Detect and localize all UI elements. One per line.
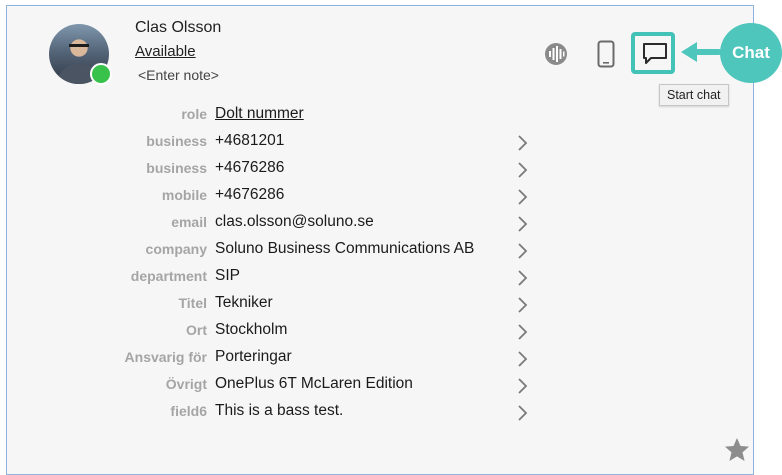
- chevron-right-icon[interactable]: [516, 323, 530, 341]
- detail-row-ort: Ort Stockholm: [7, 318, 755, 344]
- detail-value: SIP: [215, 267, 240, 284]
- chevron-right-icon[interactable]: [516, 242, 530, 260]
- mobile-phone-icon[interactable]: [597, 40, 615, 68]
- presence-status-link[interactable]: Available: [135, 43, 196, 60]
- detail-label: mobile: [161, 187, 207, 203]
- chevron-right-icon[interactable]: [516, 134, 530, 152]
- detail-label: role: [181, 106, 207, 122]
- detail-row-business-2: business +4676286: [7, 156, 755, 182]
- presence-indicator: [90, 63, 112, 85]
- detail-label: field6: [170, 403, 207, 419]
- chevron-right-icon[interactable]: [516, 350, 530, 368]
- detail-label: department: [130, 268, 207, 284]
- chevron-right-icon[interactable]: [516, 404, 530, 422]
- chevron-right-icon[interactable]: [516, 215, 530, 233]
- detail-row-mobile: mobile +4676286: [7, 183, 755, 209]
- detail-row-ansvarig: Ansvarig för Porteringar: [7, 345, 755, 371]
- chat-bubble-icon: [643, 43, 667, 64]
- chat-callout-badge: Chat: [720, 23, 782, 83]
- favorite-star-icon[interactable]: [723, 436, 751, 464]
- detail-label: Ansvarig för: [124, 349, 207, 365]
- chevron-right-icon[interactable]: [516, 296, 530, 314]
- detail-row-department: department SIP: [7, 264, 755, 290]
- start-chat-button[interactable]: [631, 32, 675, 74]
- detail-value: Stockholm: [215, 321, 288, 338]
- detail-value: Soluno Business Communications AB: [215, 240, 475, 257]
- detail-value: +4681201: [215, 132, 285, 149]
- detail-row-email: email clas.olsson@soluno.se: [7, 210, 755, 236]
- detail-value: OnePlus 6T McLaren Edition: [215, 375, 413, 392]
- detail-value-link[interactable]: Dolt nummer: [215, 105, 304, 123]
- contact-name: Clas Olsson: [135, 19, 222, 36]
- avatar-glasses: [69, 44, 89, 53]
- detail-row-role: role Dolt nummer: [7, 102, 755, 128]
- chevron-right-icon[interactable]: [516, 188, 530, 206]
- chevron-right-icon[interactable]: [516, 269, 530, 287]
- detail-row-business-1: business +4681201: [7, 129, 755, 155]
- detail-value: Porteringar: [215, 348, 292, 365]
- note-field[interactable]: <Enter note>: [138, 67, 219, 83]
- voice-waveform-icon[interactable]: [544, 42, 568, 66]
- detail-label: company: [145, 241, 207, 257]
- detail-row-company: company Soluno Business Communications A…: [7, 237, 755, 263]
- detail-label: Övrigt: [165, 376, 207, 392]
- detail-value: +4676286: [215, 186, 285, 203]
- detail-label: business: [146, 160, 207, 176]
- chevron-right-icon[interactable]: [516, 377, 530, 395]
- detail-label: email: [171, 214, 207, 230]
- chevron-right-icon[interactable]: [516, 161, 530, 179]
- detail-label: Ort: [186, 322, 207, 338]
- detail-label: Titel: [178, 295, 207, 311]
- detail-value: clas.olsson@soluno.se: [215, 213, 374, 230]
- contact-card: Clas Olsson Available <Enter note> Chat …: [6, 5, 782, 475]
- detail-label: business: [146, 133, 207, 149]
- detail-value: Tekniker: [215, 294, 273, 311]
- detail-value: +4676286: [215, 159, 285, 176]
- detail-row-field6: field6 This is a bass test.: [7, 399, 755, 425]
- detail-row-ovrigt: Övrigt OnePlus 6T McLaren Edition: [7, 372, 755, 398]
- detail-row-titel: Titel Tekniker: [7, 291, 755, 317]
- detail-value: This is a bass test.: [215, 402, 344, 419]
